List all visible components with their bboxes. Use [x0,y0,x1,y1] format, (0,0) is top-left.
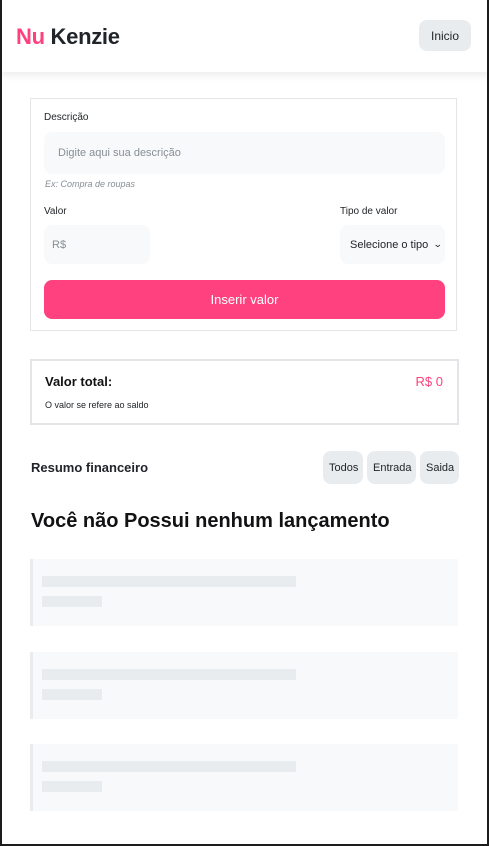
valor-label: Valor [44,206,67,217]
app-header: Nu Kenzie Inicio [0,0,489,72]
filter-entrada-button[interactable]: Entrada [367,451,416,484]
entry-form: Descrição Digite aqui sua descrição Ex: … [30,98,457,331]
skeleton-line [42,781,102,792]
valor-placeholder: R$ [52,238,67,251]
filter-todos-button[interactable]: Todos [323,451,363,484]
descricao-hint: Ex: Compra de roupas [45,179,136,189]
logo-kenzie: Kenzie [50,24,120,49]
total-subtitle: O valor se refere ao saldo [45,400,149,410]
total-value: R$ 0 [415,374,443,389]
skeleton-card [30,559,458,626]
skeleton-line [42,689,102,700]
tipo-label: Tipo de valor [340,206,398,217]
descricao-input[interactable]: Digite aqui sua descrição [44,132,445,174]
skeleton-card [30,744,458,811]
tipo-select[interactable]: Selecione o tipo ⌄ [340,225,445,264]
filter-saida-button[interactable]: Saida [420,451,459,484]
logo: Nu Kenzie [16,24,120,50]
total-title: Valor total: [45,374,113,389]
resumo-title: Resumo financeiro [31,460,149,475]
inicio-button[interactable]: Inicio [419,20,471,51]
total-card: Valor total: R$ 0 O valor se refere ao s… [30,359,459,425]
valor-input[interactable]: R$ [44,225,150,264]
skeleton-card [30,652,458,719]
skeleton-line [42,761,296,772]
skeleton-line [42,576,296,587]
logo-nu: Nu [16,24,45,49]
skeleton-line [42,669,296,680]
descricao-placeholder: Digite aqui sua descrição [58,147,181,159]
skeleton-line [42,596,102,607]
chevron-down-icon: ⌄ [433,239,443,249]
empty-state-title: Você não Possui nenhum lançamento [31,510,390,532]
descricao-label: Descrição [44,112,89,123]
tipo-selected-value: Selecione o tipo [350,238,429,251]
insert-button[interactable]: Inserir valor [44,280,445,319]
